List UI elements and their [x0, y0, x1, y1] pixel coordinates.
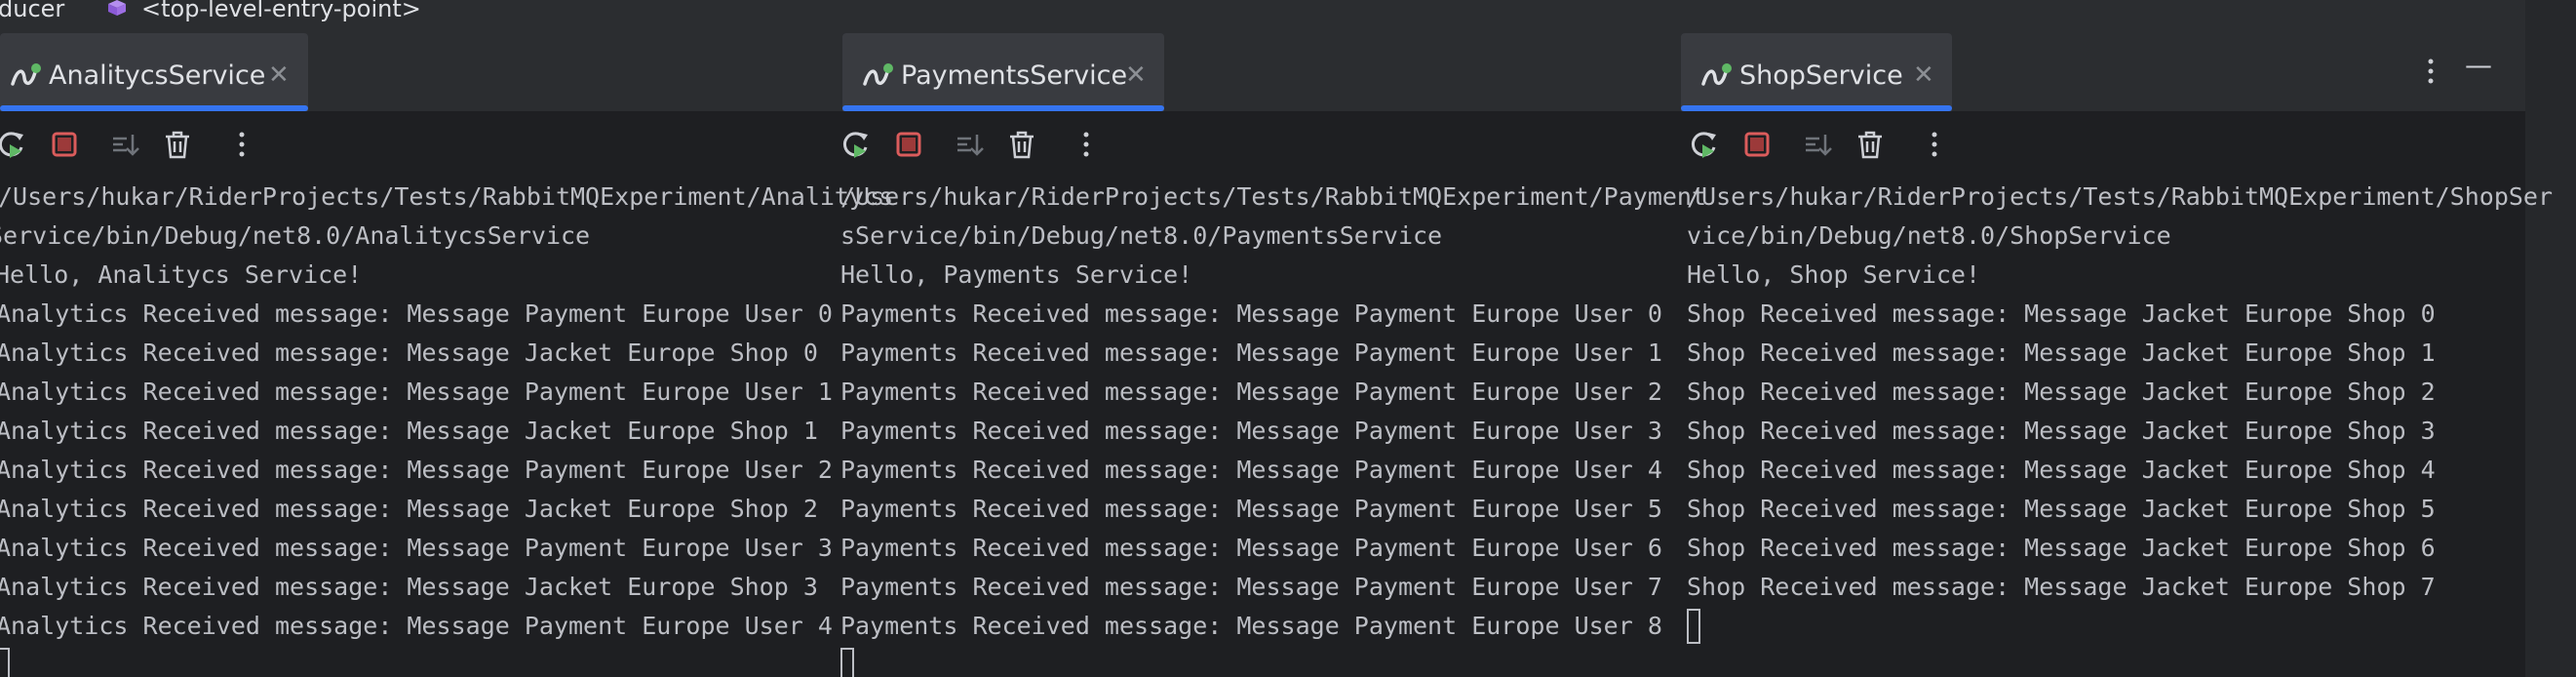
- console-line: sService/bin/Debug/net8.0/PaymentsServic…: [840, 221, 1443, 250]
- console-line: Payments Received message: Message Payme…: [840, 378, 1662, 406]
- tab-label: AnalitycsService: [49, 60, 266, 91]
- more-tabs-icon[interactable]: [2428, 57, 2434, 86]
- top-bar: ducer <top-level-entry-point>: [0, 0, 2525, 27]
- stop-icon[interactable]: [49, 129, 80, 160]
- scroll-to-end-icon[interactable]: [954, 129, 985, 160]
- console-line: Shop Received message: Message Jacket Eu…: [1687, 456, 2436, 484]
- run-config-icon: [11, 63, 41, 86]
- trash-icon[interactable]: [1006, 129, 1037, 160]
- run-toolbar: [0, 111, 837, 178]
- console-line: Hello, Analitycs Service!: [0, 260, 363, 289]
- console-line: Shop Received message: Message Jacket Eu…: [1687, 299, 2436, 328]
- console-line: Shop Received message: Message Jacket Eu…: [1687, 534, 2436, 562]
- run-toolbar: [837, 111, 1681, 178]
- console-line: Shop Received message: Message Jacket Eu…: [1687, 378, 2436, 406]
- console-line: Payments Received message: Message Payme…: [840, 417, 1662, 445]
- console-line: vice/bin/Debug/net8.0/ShopService: [1687, 221, 2171, 250]
- console-line: /Users/hukar/RiderProjects/Tests/RabbitM…: [1687, 182, 2554, 211]
- console-output[interactable]: /Users/hukar/RiderProjects/Tests/RabbitM…: [0, 178, 893, 677]
- trash-icon[interactable]: [162, 129, 193, 160]
- console-caret: [1687, 609, 1700, 644]
- console-line: Analytics Received message: Message Jack…: [0, 495, 818, 523]
- more-options-icon[interactable]: [1071, 129, 1102, 160]
- close-icon[interactable]: ✕: [1125, 60, 1147, 90]
- console-line: Shop Received message: Message Jacket Eu…: [1687, 495, 2436, 523]
- rerun-icon[interactable]: [1689, 129, 1720, 160]
- console-line: Analytics Received message: Message Jack…: [0, 338, 818, 367]
- console-line: Service/bin/Debug/net8.0/AnalitycsServic…: [0, 221, 591, 250]
- console-line: Shop Received message: Message Jacket Eu…: [1687, 573, 2436, 601]
- console-line: /Users/hukar/RiderProjects/Tests/RabbitM…: [0, 182, 894, 211]
- console-line: Payments Received message: Message Payme…: [840, 612, 1662, 640]
- right-gutter: [2525, 0, 2576, 677]
- minimize-icon[interactable]: —: [2465, 49, 2492, 81]
- tab-shop-service[interactable]: ShopService ✕: [1681, 33, 1952, 111]
- close-icon[interactable]: ✕: [1913, 60, 1934, 90]
- run-config-icon: [863, 63, 893, 86]
- cube-icon: [108, 0, 126, 16]
- run-toolbar: [1681, 111, 2525, 178]
- console-line: Analytics Received message: Message Paym…: [0, 456, 833, 484]
- console-line: /Users/hukar/RiderProjects/Tests/RabbitM…: [840, 182, 1707, 211]
- scroll-to-end-icon[interactable]: [109, 129, 140, 160]
- console-caret: [840, 648, 854, 677]
- tab-payments-service[interactable]: PaymentsService ✕: [842, 33, 1164, 111]
- console-caret: [0, 648, 10, 677]
- console-line: Payments Received message: Message Payme…: [840, 573, 1662, 601]
- console-line: Analytics Received message: Message Paym…: [0, 612, 833, 640]
- scroll-to-end-icon[interactable]: [1802, 129, 1833, 160]
- entry-point-label[interactable]: <top-level-entry-point>: [141, 0, 421, 20]
- console-output[interactable]: /Users/hukar/RiderProjects/Tests/RabbitM…: [1681, 178, 2553, 677]
- close-icon[interactable]: ✕: [268, 60, 290, 90]
- run-pane-analytics: AnalitycsService ✕ /Users/hukar/RiderPro…: [0, 27, 893, 677]
- run-pane-shop: ShopService ✕ — /Users/hukar/RiderProjec…: [1681, 27, 2553, 677]
- console-line: Hello, Shop Service!: [1687, 260, 1981, 289]
- console-line: Payments Received message: Message Payme…: [840, 456, 1662, 484]
- rerun-icon[interactable]: [840, 129, 872, 160]
- tab-label: PaymentsService: [901, 60, 1128, 91]
- more-options-icon[interactable]: [1919, 129, 1950, 160]
- console-line: Hello, Payments Service!: [840, 260, 1193, 289]
- console-line: Analytics Received message: Message Jack…: [0, 573, 818, 601]
- console-line: Shop Received message: Message Jacket Eu…: [1687, 417, 2436, 445]
- console-line: Analytics Received message: Message Paym…: [0, 378, 833, 406]
- console-line: Payments Received message: Message Payme…: [840, 338, 1662, 367]
- tab-analitycs-service[interactable]: AnalitycsService ✕: [0, 33, 308, 111]
- console-line: Analytics Received message: Message Jack…: [0, 417, 818, 445]
- more-options-icon[interactable]: [226, 129, 257, 160]
- console-line: Payments Received message: Message Payme…: [840, 299, 1662, 328]
- tab-label: ShopService: [1739, 60, 1903, 91]
- console-line: Payments Received message: Message Payme…: [840, 534, 1662, 562]
- console-output[interactable]: /Users/hukar/RiderProjects/Tests/RabbitM…: [837, 178, 1706, 677]
- console-line: Analytics Received message: Message Paym…: [0, 534, 833, 562]
- rerun-icon[interactable]: [0, 129, 27, 160]
- console-line: Shop Received message: Message Jacket Eu…: [1687, 338, 2436, 367]
- run-config-icon: [1701, 63, 1732, 86]
- run-config-fragment[interactable]: ducer: [0, 0, 64, 20]
- stop-icon[interactable]: [1741, 129, 1773, 160]
- console-line: Payments Received message: Message Payme…: [840, 495, 1662, 523]
- trash-icon[interactable]: [1854, 129, 1886, 160]
- console-line: Analytics Received message: Message Paym…: [0, 299, 833, 328]
- run-tool-window: ducer <top-level-entry-point> AnalitycsS…: [0, 0, 2576, 677]
- stop-icon[interactable]: [893, 129, 924, 160]
- run-pane-payments: PaymentsService ✕ /Users/hukar/RiderProj…: [837, 27, 1706, 677]
